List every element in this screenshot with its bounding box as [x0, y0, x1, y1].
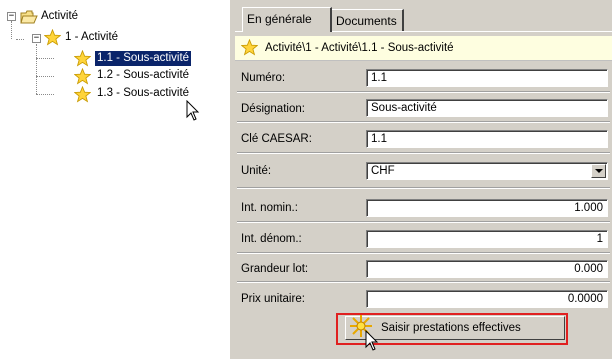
activity-tree[interactable]: − Activité − 1 - Activité 1.1 - Sous-act…: [0, 0, 228, 359]
tree-connector: [36, 58, 54, 59]
folder-icon: [20, 10, 38, 24]
designation-field[interactable]: Sous-activité: [366, 99, 608, 117]
tree-node-root[interactable]: Activité: [39, 9, 80, 24]
unite-value: CHF: [371, 165, 395, 177]
divider: [237, 221, 610, 223]
cle-caesar-field[interactable]: 1.1: [366, 130, 608, 148]
grandeur-lot-label: Grandeur lot:: [241, 263, 309, 275]
tree-node-sous-activite-1-1[interactable]: 1.1 - Sous-activité: [95, 51, 192, 66]
mouse-cursor-icon: [365, 330, 379, 351]
breadcrumb-path: Activité\1 - Activité\1.1 - Sous-activit…: [265, 42, 454, 54]
int-denom-field[interactable]: 1: [366, 230, 608, 248]
tree-node-activity[interactable]: 1 - Activité: [63, 30, 120, 45]
grandeur-lot-field[interactable]: 0.000: [366, 260, 608, 278]
breadcrumb: Activité\1 - Activité\1.1 - Sous-activit…: [235, 36, 612, 61]
unite-select[interactable]: CHF: [366, 162, 608, 180]
int-nomin-field[interactable]: 1.000: [366, 199, 608, 217]
star-icon: [74, 50, 91, 67]
int-denom-label: Int. dénom.:: [241, 233, 302, 245]
mouse-cursor-icon: [186, 100, 200, 121]
divider: [237, 121, 610, 123]
divider: [237, 281, 610, 283]
chevron-down-icon[interactable]: [591, 164, 606, 178]
star-icon: [74, 86, 91, 103]
unite-label: Unité:: [241, 165, 272, 177]
divider: [237, 91, 610, 93]
cle-caesar-label: Clé CAESAR:: [241, 133, 312, 145]
tree-node-sous-activite-1-3[interactable]: 1.3 - Sous-activité: [95, 86, 191, 101]
saisir-prestations-label: Saisir prestations effectives: [381, 322, 521, 334]
divider: [237, 152, 610, 154]
tree-connector: [36, 94, 54, 95]
tree-connector: [36, 44, 37, 94]
collapse-activity-toggle[interactable]: −: [32, 34, 41, 43]
details-panel: En générale Documents Activité\1 - Activ…: [235, 0, 612, 359]
tab-en-generale[interactable]: En générale: [242, 7, 332, 32]
tab-documents[interactable]: Documents: [331, 9, 404, 31]
tree-node-sous-activite-1-2[interactable]: 1.2 - Sous-activité: [95, 68, 191, 83]
star-icon: [241, 39, 258, 56]
divider: [237, 252, 610, 254]
tree-connector: [36, 76, 54, 77]
tree-connector: [16, 39, 24, 40]
designation-label: Désignation:: [241, 103, 305, 115]
prix-unitaire-field[interactable]: 0.0000: [366, 290, 608, 308]
star-icon: [44, 29, 61, 46]
prix-unitaire-label: Prix unitaire:: [241, 293, 305, 305]
int-nomin-label: Int. nomin.:: [241, 202, 298, 214]
collapse-root-toggle[interactable]: −: [7, 12, 16, 21]
star-icon: [74, 68, 91, 85]
tree-connector: [11, 21, 12, 39]
numero-label: Numéro:: [241, 72, 286, 84]
divider: [237, 187, 610, 189]
numero-field[interactable]: 1.1: [366, 69, 608, 87]
